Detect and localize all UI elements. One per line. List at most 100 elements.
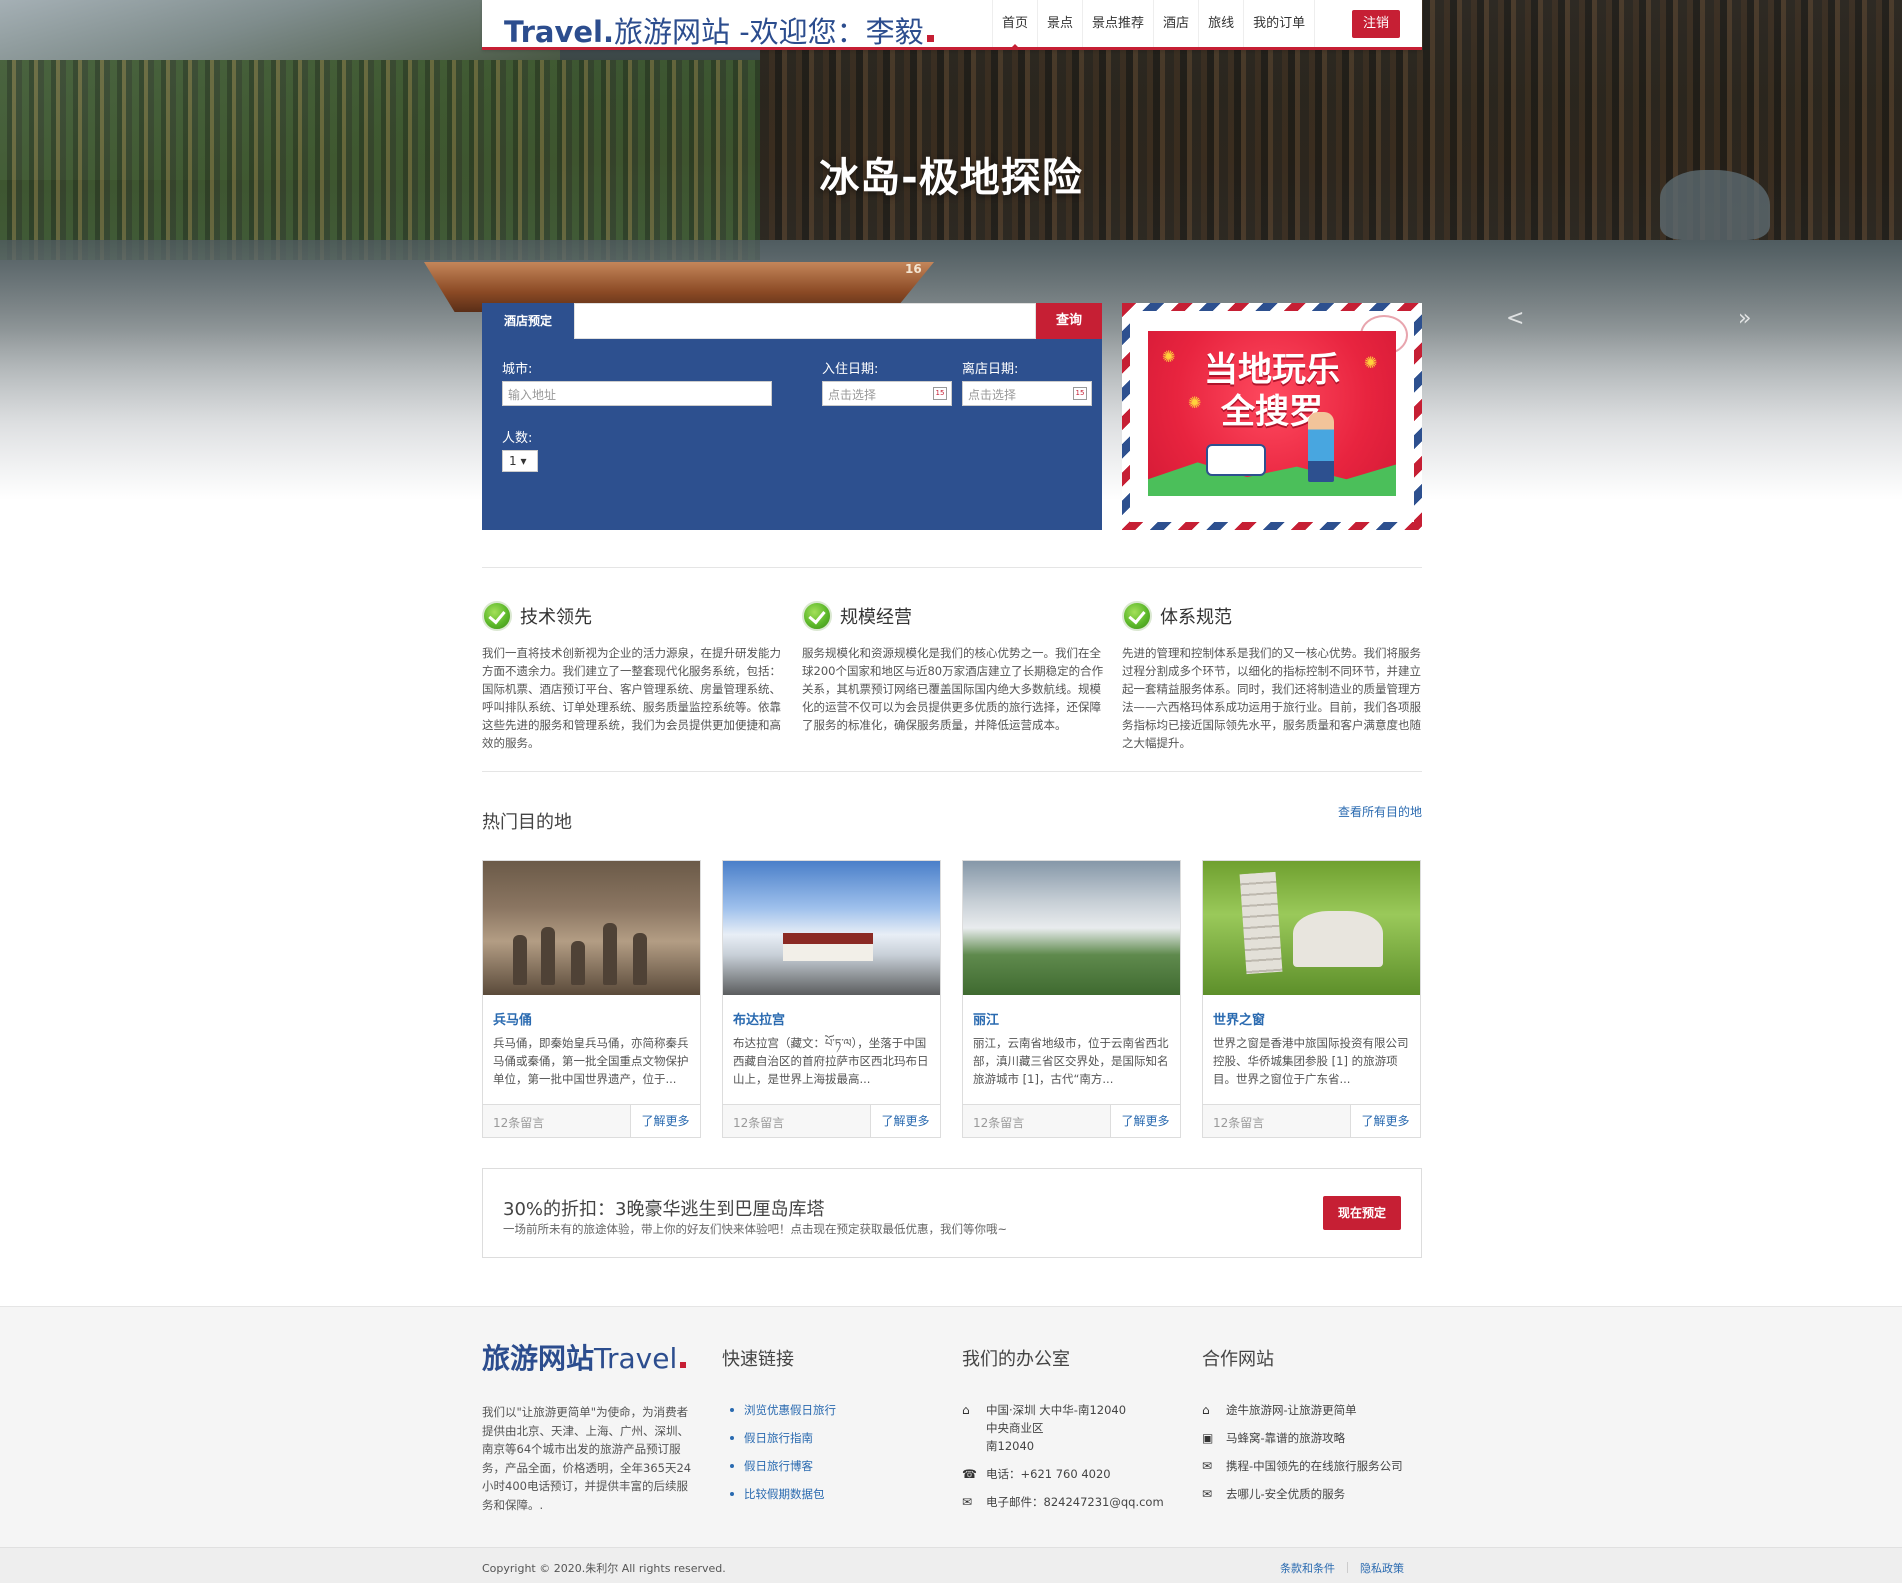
palace-shape xyxy=(783,933,873,961)
home-icon: ⌂ xyxy=(1202,1403,1210,1417)
feature-title-text: 技术领先 xyxy=(520,607,592,628)
list-item[interactable]: ⌂ 途牛旅游网-让旅游更简单 xyxy=(1202,1401,1403,1419)
guests-select[interactable]: 1 ▾ xyxy=(502,450,538,472)
quick-link[interactable]: 假日旅行博客 xyxy=(744,1459,813,1473)
list-item: 比较假期数据包 xyxy=(722,1485,836,1513)
hill-graphic xyxy=(1148,462,1396,496)
quick-link[interactable]: 浏览优惠假日旅行 xyxy=(744,1403,836,1417)
boat-number: 16 xyxy=(905,262,922,276)
destination-image-potala[interactable] xyxy=(723,861,940,995)
card-footer: 12条留言 了解更多 xyxy=(483,1104,700,1137)
envelope-icon: ✉ xyxy=(1202,1487,1213,1501)
list-item[interactable]: ✉ 去哪儿-安全优质的服务 xyxy=(1202,1485,1403,1503)
checkout-date-input[interactable]: 点击选择 15 xyxy=(962,381,1092,406)
destination-image-terracotta[interactable] xyxy=(483,861,700,995)
terms-link[interactable]: 条款和条件 xyxy=(1280,1562,1335,1575)
destination-name[interactable]: 兵马俑 xyxy=(493,1009,690,1028)
phone-icon: ☎ xyxy=(962,1467,977,1481)
learn-more-button[interactable]: 了解更多 xyxy=(1350,1105,1420,1137)
privacy-link[interactable]: 隐私政策 xyxy=(1360,1562,1404,1575)
view-all-destinations-link[interactable]: 查看所有目的地 xyxy=(1338,803,1422,820)
search-button[interactable]: 查询 xyxy=(1036,303,1102,339)
brand-dot xyxy=(926,35,934,42)
destination-card: 世界之窗 世界之窗是香港中旅国际投资有限公司控股、华侨城集团参股 [1] 的旅游… xyxy=(1202,860,1421,1138)
address-line: 中国·深圳 大中华-南12040 xyxy=(986,1403,1127,1417)
slider-next-icon[interactable]: » xyxy=(1738,306,1751,331)
van-icon xyxy=(1206,444,1266,476)
nav-item-orders[interactable]: 我的订单 xyxy=(1244,0,1316,47)
search-input[interactable] xyxy=(574,303,1036,339)
divider xyxy=(482,567,1422,568)
nav-item-attractions[interactable]: 景点 xyxy=(1038,0,1084,47)
office-info: ⌂ 中国·深圳 大中华-南12040 中央商业区 南12040 ☎ 电话：+621… xyxy=(962,1401,1164,1511)
feature-scale: 规模经营 服务规模化和资源规模化是我们的核心优势之一。我们在全球200个国家和地… xyxy=(802,600,1112,734)
book-now-button[interactable]: 现在预定 xyxy=(1323,1196,1401,1230)
partner-name: 携程-中国领先的在线旅行服务公司 xyxy=(1226,1459,1403,1473)
footer-heading: 我们的办公室 xyxy=(962,1349,1070,1370)
phone-text: 电话：+621 760 4020 xyxy=(986,1467,1111,1481)
footer-logo[interactable]: 旅游网站Travel xyxy=(482,1337,698,1377)
office-address: ⌂ 中国·深圳 大中华-南12040 中央商业区 南12040 xyxy=(962,1401,1164,1455)
nav-item-routes[interactable]: 旅线 xyxy=(1199,0,1245,47)
learn-more-button[interactable]: 了解更多 xyxy=(870,1105,940,1137)
partner-name: 马蜂窝-靠谱的旅游攻略 xyxy=(1226,1431,1346,1445)
footer-heading: 合作网站 xyxy=(1202,1349,1274,1370)
footer-logo-dot xyxy=(680,1362,687,1368)
checkin-date-input[interactable]: 点击选择 15 xyxy=(822,381,952,406)
card-footer: 12条留言 了解更多 xyxy=(963,1104,1180,1137)
footer-quick-links: 快速链接 浏览优惠假日旅行 假日旅行指南 假日旅行博客 比较假期数据包 xyxy=(722,1345,836,1513)
footer-office: 我们的办公室 ⌂ 中国·深圳 大中华-南12040 中央商业区 南12040 ☎… xyxy=(962,1345,1164,1521)
footer-about: 旅游网站Travel 我们以"让旅游更简单"为使命，为消费者提供由北京、天津、上… xyxy=(482,1337,698,1514)
quick-link[interactable]: 假日旅行指南 xyxy=(744,1431,813,1445)
city-input[interactable]: 输入地址 xyxy=(502,381,772,406)
guests-value: 1 xyxy=(509,454,517,468)
destination-desc: 兵马俑，即秦始皇兵马俑，亦简称秦兵马俑或秦俑，第一批全国重点文物保护单位，第一批… xyxy=(493,1036,689,1086)
comment-count: 12条留言 xyxy=(973,1116,1025,1130)
card-footer: 12条留言 了解更多 xyxy=(1203,1104,1420,1137)
promo-stamp[interactable]: ✺ ✺ ✺ 当地玩乐 全搜罗 xyxy=(1122,303,1422,530)
home-icon: ⌂ xyxy=(962,1403,970,1417)
nav-item-home[interactable]: 首页 xyxy=(992,0,1039,50)
feature-title: 体系规范 xyxy=(1122,600,1432,632)
calendar-icon[interactable]: 15 xyxy=(1073,387,1087,400)
nav-item-hotels[interactable]: 酒店 xyxy=(1154,0,1200,47)
learn-more-button[interactable]: 了解更多 xyxy=(1110,1105,1180,1137)
feature-text: 先进的管理和控制体系是我们的又一核心优势。我们将服务过程分割成多个环节，以细化的… xyxy=(1122,646,1421,750)
logout-button[interactable]: 注销 xyxy=(1352,10,1400,38)
tab-hotel-booking[interactable]: 酒店预定 xyxy=(482,303,574,339)
learn-more-button[interactable]: 了解更多 xyxy=(630,1105,700,1137)
destination-desc: 丽江，云南省地级市，位于云南省西北部，滇川藏三省区交界处，是国际知名旅游城市 [… xyxy=(973,1036,1169,1086)
slider-prev-icon[interactable]: < xyxy=(1506,306,1524,331)
destination-desc: 世界之窗是香港中旅国际投资有限公司控股、华侨城集团参股 [1] 的旅游项目。世界… xyxy=(1213,1036,1409,1086)
checkout-placeholder: 点击选择 xyxy=(968,388,1017,402)
deal-subtitle: 一场前所未有的旅途体验，带上你的好友们快来体验吧！点击现在预定获取最低优惠，我们… xyxy=(503,1222,1008,1236)
brand-logo[interactable]: Travel.旅游网站 -欢迎您：李毅 xyxy=(504,9,934,51)
list-item[interactable]: ✉ 携程-中国领先的在线旅行服务公司 xyxy=(1202,1457,1403,1475)
destination-image-lijiang[interactable] xyxy=(963,861,1180,995)
comment-count: 12条留言 xyxy=(733,1116,785,1130)
destination-name[interactable]: 布达拉宫 xyxy=(733,1009,930,1028)
traveler-icon xyxy=(1308,412,1334,482)
feature-title: 规模经营 xyxy=(802,600,1112,632)
address-line: 南12040 xyxy=(986,1439,1035,1453)
figure-shape xyxy=(513,935,527,985)
destination-name[interactable]: 丽江 xyxy=(973,1009,1170,1028)
list-item[interactable]: ▣ 马蜂窝-靠谱的旅游攻略 xyxy=(1202,1429,1403,1447)
promo-illustration: ✺ ✺ ✺ 当地玩乐 全搜罗 xyxy=(1148,331,1396,496)
destination-image-window-of-world[interactable] xyxy=(1203,861,1420,995)
destination-card: 兵马俑 兵马俑，即秦始皇兵马俑，亦简称秦兵马俑或秦俑，第一批全国重点文物保护单位… xyxy=(482,860,701,1138)
section-title-destinations: 热门目的地 xyxy=(482,812,572,833)
figure-shape xyxy=(603,923,617,985)
envelope-icon: ✉ xyxy=(962,1495,973,1509)
brand-prefix: Travel. xyxy=(504,15,614,49)
feature-title-text: 体系规范 xyxy=(1160,607,1232,628)
office-email: ✉ 电子邮件：824247231@qq.com xyxy=(962,1493,1164,1511)
list-item: 假日旅行博客 xyxy=(722,1457,836,1485)
nav-menu: 首页 景点 景点推荐 酒店 旅线 我的订单 xyxy=(992,0,1316,50)
calendar-icon[interactable]: 15 xyxy=(933,387,947,400)
divider xyxy=(482,771,1422,772)
quick-link[interactable]: 比较假期数据包 xyxy=(744,1487,825,1501)
destination-name[interactable]: 世界之窗 xyxy=(1213,1009,1410,1028)
nav-item-recommended[interactable]: 景点推荐 xyxy=(1083,0,1155,47)
check-icon xyxy=(482,601,512,631)
